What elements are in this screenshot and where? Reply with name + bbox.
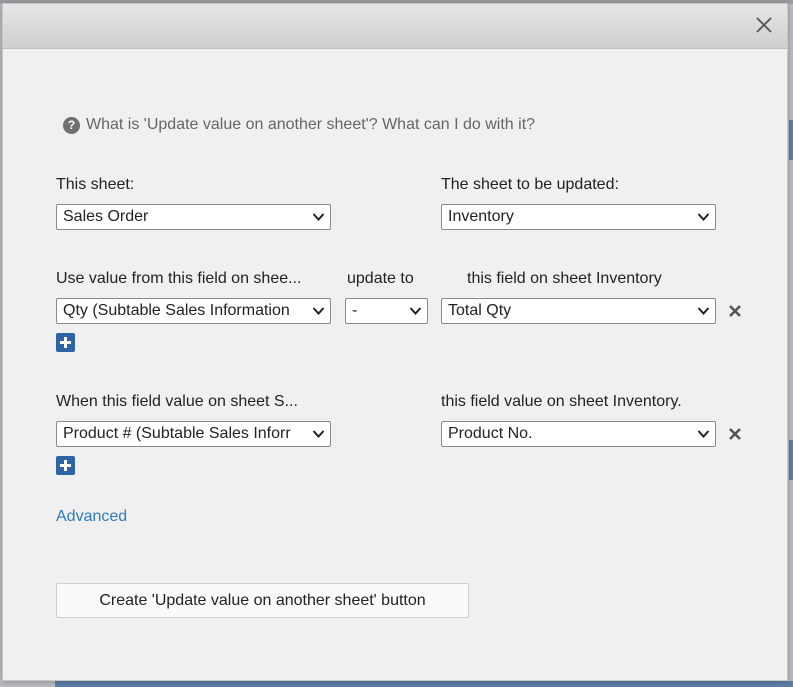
background-element [789,120,793,160]
source-field-value: Qty (Subtable Sales Information [63,302,290,319]
dialog-header [3,4,787,49]
background-element [55,681,793,687]
add-match-row-button[interactable] [56,456,75,475]
this-sheet-value: Sales Order [63,208,149,225]
chevron-down-icon [697,307,710,315]
remove-update-row-icon[interactable] [728,304,742,318]
source-field-select[interactable]: Qty (Subtable Sales Information [56,298,331,324]
question-circle-icon: ? [63,116,80,134]
remove-match-row-icon[interactable] [728,427,742,441]
operator-value: - [352,302,358,319]
chevron-down-icon [409,307,422,315]
help-link[interactable]: ? What is 'Update value on another sheet… [63,116,535,134]
target-field-label: this field on sheet Inventory [467,270,662,287]
target-sheet-value: Inventory [448,208,514,225]
operator-select[interactable]: - [345,298,428,324]
update-value-dialog: ? What is 'Update value on another sheet… [2,3,788,681]
help-text: What is 'Update value on another sheet'?… [86,116,536,133]
source-field-label: Use value from this field on shee... [56,270,302,287]
chevron-down-icon [312,213,325,221]
create-button[interactable]: Create 'Update value on another sheet' b… [56,583,469,618]
target-field-select[interactable]: Total Qty [441,298,716,324]
chevron-down-icon [312,307,325,315]
this-sheet-label: This sheet: [56,176,135,193]
chevron-down-icon [697,430,710,438]
close-button[interactable] [753,14,775,36]
chevron-down-icon [697,213,710,221]
target-sheet-select[interactable]: Inventory [441,204,716,230]
target-field-value: Total Qty [448,302,512,319]
add-update-row-button[interactable] [56,333,75,352]
match-target-select[interactable]: Product No. [441,421,716,447]
match-target-value: Product No. [448,425,533,442]
match-source-value: Product # (Subtable Sales Inforr [63,425,291,442]
operator-label: update to [347,270,414,287]
match-target-label: this field value on sheet Inventory. [441,393,682,410]
target-sheet-label: The sheet to be updated: [441,176,619,193]
match-source-label: When this field value on sheet S... [56,393,298,410]
chevron-down-icon [312,430,325,438]
close-icon [756,17,772,33]
match-source-select[interactable]: Product # (Subtable Sales Inforr [56,421,331,447]
this-sheet-select[interactable]: Sales Order [56,204,331,230]
advanced-link[interactable]: Advanced [56,508,127,526]
background-element [789,440,793,480]
